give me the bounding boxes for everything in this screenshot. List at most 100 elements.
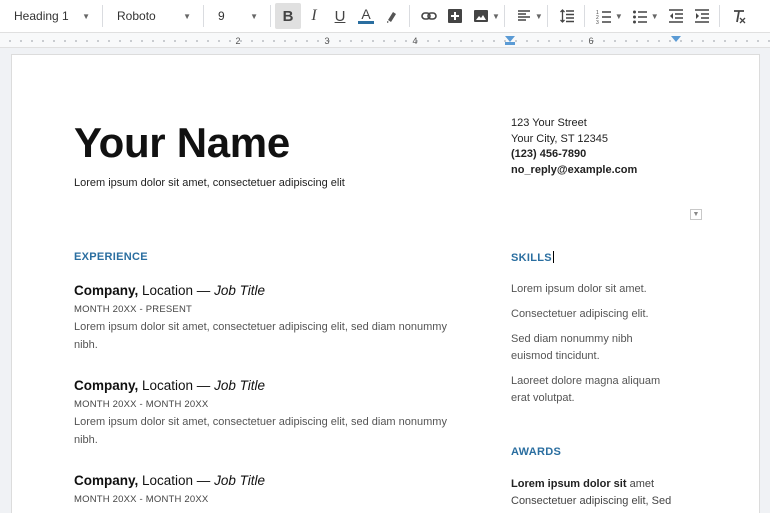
text-color-icon: A: [358, 7, 374, 24]
underline-icon: U: [334, 7, 346, 25]
contact-email: no_reply@example.com: [511, 163, 638, 176]
toolbar-divider: [583, 5, 585, 27]
job-location: Location —: [138, 283, 215, 298]
job-dates: MONTH 20XX - MONTH 20XX: [74, 494, 209, 505]
formatting-toolbar: Heading 1 ▼ Roboto ▼ 9 ▼ B I U A ▼ ▼ 1 2…: [0, 0, 770, 33]
first-line-indent-marker[interactable]: [505, 42, 515, 45]
clear-formatting-button[interactable]: [726, 3, 752, 29]
bulleted-list-button[interactable]: [627, 3, 653, 29]
skills-section-title[interactable]: SKILLS: [511, 251, 554, 264]
job-dates: MONTH 20XX - PRESENT: [74, 304, 193, 315]
font-size-dropdown[interactable]: 9 ▼: [204, 0, 270, 33]
right-indent-marker[interactable]: [671, 36, 681, 42]
numbered-list-icon: 123: [596, 10, 611, 24]
job-title: Job Title: [214, 378, 265, 393]
text-color-button[interactable]: A: [353, 3, 379, 29]
ruler-label: 4: [412, 36, 417, 46]
text-color-swatch: [358, 21, 374, 24]
chevron-down-icon: ▼: [183, 11, 191, 21]
job-company: Company,: [74, 378, 139, 393]
align-left-icon: [517, 10, 530, 21]
toolbar-divider: [270, 5, 271, 27]
experience-section-title[interactable]: EXPERIENCE: [74, 251, 148, 263]
job-company: Company,: [74, 283, 139, 298]
resume-tagline[interactable]: Lorem ipsum dolor sit amet, consectetuer…: [74, 177, 345, 189]
increase-indent-icon: [694, 9, 709, 23]
ruler-label: 6: [588, 36, 593, 46]
skill-item[interactable]: Laoreet dolore magna aliquam erat volutp…: [511, 373, 671, 407]
chevron-down-icon: ▼: [82, 11, 90, 21]
insert-comment-button[interactable]: [442, 3, 468, 29]
skills-title-text: SKILLS: [511, 252, 552, 264]
svg-text:3: 3: [596, 20, 599, 24]
align-button[interactable]: [511, 3, 537, 29]
ruler-label: 3: [324, 36, 329, 46]
numbered-list-button[interactable]: 123: [591, 3, 617, 29]
image-icon: [474, 10, 488, 22]
skill-item[interactable]: Lorem ipsum dolor sit amet.: [511, 281, 681, 298]
font-size-value: 9: [218, 9, 225, 23]
toolbar-divider: [718, 5, 720, 27]
insert-link-button[interactable]: [416, 3, 442, 29]
job-location: Location —: [138, 378, 215, 393]
italic-button[interactable]: I: [301, 3, 327, 29]
job-title: Job Title: [214, 473, 265, 488]
job-description: Lorem ipsum dolor sit amet, consectetuer…: [74, 321, 447, 351]
job-description: Lorem ipsum dolor sit amet, consectetuer…: [74, 416, 447, 446]
skill-item[interactable]: Sed diam nonummy nibh euismod tincidunt.: [511, 331, 641, 365]
text-cursor: [552, 251, 554, 263]
link-icon: [421, 12, 437, 20]
job-title: Job Title: [214, 283, 265, 298]
job-dates: MONTH 20XX - MONTH 20XX: [74, 399, 209, 410]
skill-item[interactable]: Consectetuer adipiscing elit.: [511, 306, 681, 323]
font-family-dropdown[interactable]: Roboto ▼: [103, 0, 203, 33]
italic-icon: I: [311, 7, 317, 24]
chevron-down-icon[interactable]: ▼: [535, 12, 543, 21]
line-spacing-button[interactable]: [554, 3, 580, 29]
highlight-color-button[interactable]: [379, 3, 405, 29]
decrease-indent-icon: [668, 9, 683, 23]
underline-button[interactable]: U: [327, 3, 353, 29]
paragraph-style-value: Heading 1: [14, 9, 69, 23]
award-item[interactable]: Lorem ipsum dolor sit amet Consectetuer …: [511, 476, 711, 510]
bulleted-list-icon: [632, 10, 647, 24]
awards-section-title[interactable]: AWARDS: [511, 446, 561, 458]
job-heading: Company, Location — Job Title: [74, 473, 474, 488]
chevron-down-icon[interactable]: ▼: [492, 12, 500, 21]
toolbar-divider: [409, 5, 410, 27]
resume-name-heading[interactable]: Your Name: [74, 119, 290, 167]
job-heading: Company, Location — Job Title: [74, 283, 474, 298]
table-dropdown-icon[interactable]: ▼: [690, 209, 702, 220]
insert-image-button[interactable]: [468, 3, 494, 29]
job-entry[interactable]: Company, Location — Job Title MONTH 20XX…: [74, 473, 474, 505]
job-entry[interactable]: Company, Location — Job Title MONTH 20XX…: [74, 378, 474, 449]
award-bold-text: Lorem ipsum dolor sit: [511, 478, 627, 490]
decrease-indent-button[interactable]: [663, 3, 689, 29]
add-comment-icon: [448, 9, 462, 23]
bold-button[interactable]: B: [275, 3, 301, 29]
toolbar-divider: [503, 5, 505, 27]
clear-formatting-icon: [733, 10, 746, 24]
line-spacing-icon: [559, 9, 574, 23]
ruler-scale: 2 3 4 6: [9, 36, 770, 46]
job-location: Location —: [138, 473, 215, 488]
contact-street: 123 Your Street: [511, 117, 587, 129]
job-entry[interactable]: Company, Location — Job Title MONTH 20XX…: [74, 283, 474, 354]
horizontal-ruler[interactable]: 2 3 4 6: [0, 33, 770, 48]
contact-phone: (123) 456-7890: [511, 148, 587, 160]
increase-indent-button[interactable]: [689, 3, 715, 29]
chevron-down-icon[interactable]: ▼: [615, 12, 623, 21]
highlighter-icon: [387, 12, 396, 23]
left-indent-marker[interactable]: [505, 36, 515, 42]
contact-city: Your City, ST 12345: [511, 132, 609, 145]
toolbar-divider: [546, 5, 548, 27]
chevron-down-icon: ▼: [250, 11, 258, 21]
job-heading: Company, Location — Job Title: [74, 378, 474, 393]
document-page[interactable]: Your Name Lorem ipsum dolor sit amet, co…: [11, 54, 760, 513]
ruler-label: 2: [235, 36, 240, 46]
chevron-down-icon[interactable]: ▼: [651, 12, 659, 21]
award-line-2: Consectetuer adipiscing elit, Sed: [511, 495, 672, 507]
font-family-value: Roboto: [117, 9, 156, 23]
paragraph-style-dropdown[interactable]: Heading 1 ▼: [0, 0, 102, 33]
contact-block[interactable]: 123 Your Street Your City, ST 12345 (123…: [511, 116, 637, 178]
